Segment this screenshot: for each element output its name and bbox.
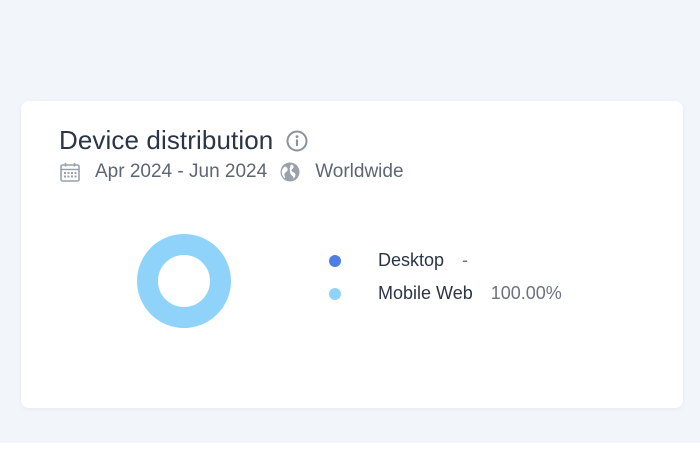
- legend-value-mobile-web: 100.00%: [490, 283, 562, 303]
- globe-icon: [279, 161, 301, 183]
- date-range: Apr 2024 - Jun 2024: [95, 161, 268, 182]
- region-label: Worldwide: [315, 161, 404, 182]
- legend-dot-desktop: [329, 254, 341, 267]
- legend-value-desktop: -: [462, 250, 469, 270]
- legend-label-mobile-web: Mobile Web: [378, 283, 473, 303]
- card-title: Device distribution: [59, 125, 274, 155]
- page-footer-strip: [0, 443, 700, 450]
- card-header: Device distribution: [59, 125, 309, 156]
- device-distribution-card: Device distribution Apr 2024 - Jun 2024 …: [21, 101, 683, 408]
- legend-item-mobile-web: Mobile Web 100.00%: [329, 277, 562, 310]
- card-meta: Apr 2024 - Jun 2024 Worldwide: [59, 161, 404, 183]
- legend-item-desktop: Desktop -: [329, 244, 562, 277]
- calendar-icon: [59, 161, 81, 183]
- donut-slice-mobile-web[interactable]: [137, 234, 231, 328]
- legend-label-desktop: Desktop: [378, 250, 445, 270]
- device-donut-chart: [137, 234, 231, 328]
- legend-dot-mobile-web: [329, 287, 341, 300]
- chart-legend: Desktop - Mobile Web 100.00%: [329, 244, 562, 310]
- info-icon[interactable]: [285, 129, 309, 153]
